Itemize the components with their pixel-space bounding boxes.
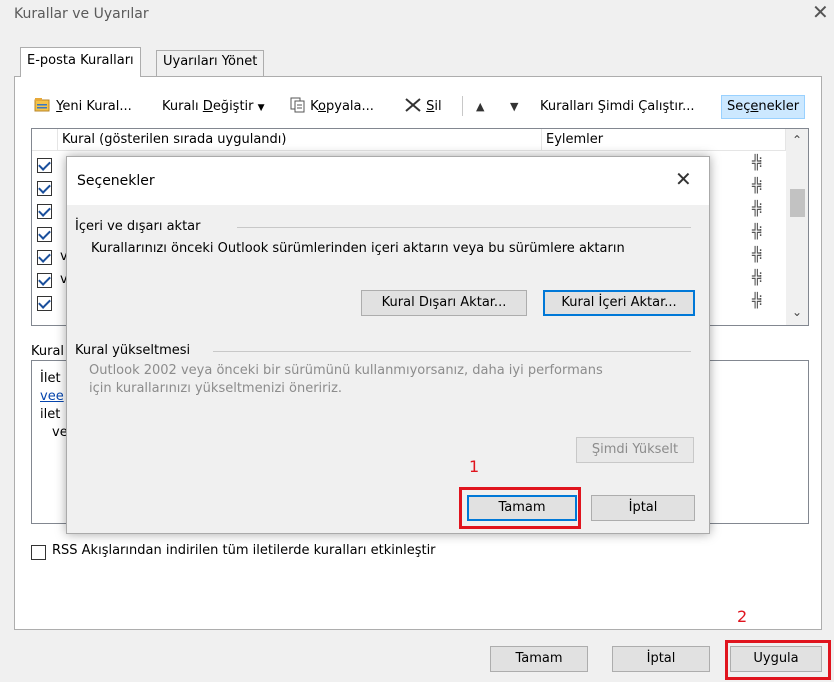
rule-action-icon: ╬⁞	[752, 247, 763, 263]
upgrade-now-button: Şimdi Yükselt	[576, 437, 694, 463]
toolbar-separator	[462, 96, 463, 116]
options-dialog: Seçenekler ✕ İçeri ve dışarı aktar Kural…	[66, 156, 710, 534]
change-rule-button[interactable]: Kuralı Değiştir ▼	[162, 96, 265, 118]
upgrade-text-line2: için kurallarınızı yükseltmenizi öneriri…	[89, 381, 343, 396]
delete-rule-button[interactable]: Sil	[404, 96, 442, 118]
import-rules-button[interactable]: Kural İçeri Aktar...	[543, 290, 695, 316]
rule-action-icon: ╬⁞	[752, 155, 763, 171]
rule-action-icon: ╬⁞	[752, 270, 763, 286]
dialog-cancel-button[interactable]: İptal	[591, 495, 695, 521]
group-divider	[213, 351, 691, 352]
column-header-check	[32, 129, 58, 151]
rule-action-icon: ╬⁞	[752, 224, 763, 240]
annotation-number-1: 1	[469, 457, 480, 476]
rule-row-checkbox[interactable]	[37, 250, 52, 265]
rss-rules-checkbox[interactable]	[31, 545, 46, 560]
rule-row-checkbox[interactable]	[37, 273, 52, 288]
rule-row-checkbox[interactable]	[37, 204, 52, 219]
desc-link[interactable]: vee	[40, 389, 64, 404]
options-button[interactable]: Seçenekler	[721, 95, 806, 119]
upgrade-text-line1: Outlook 2002 veya önceki bir sürümünü ku…	[89, 363, 603, 378]
scrollbar-thumb[interactable]	[790, 189, 805, 217]
scroll-up-arrow-icon[interactable]: ⌃	[792, 133, 802, 147]
highlight-dialog-ok	[459, 487, 581, 529]
move-down-arrow-icon[interactable]: ▼	[510, 96, 518, 118]
column-header-actions[interactable]: Eylemler	[542, 129, 786, 151]
tab-email-rules[interactable]: E-posta Kuralları	[20, 47, 141, 77]
ok-button[interactable]: Tamam	[490, 646, 588, 672]
dropdown-arrow-icon: ▼	[257, 103, 265, 113]
vertical-scrollbar[interactable]: ⌃ ⌄	[786, 129, 808, 325]
dialog-title: Seçenekler	[77, 173, 155, 189]
delete-x-icon	[405, 98, 421, 112]
scroll-down-arrow-icon[interactable]: ⌄	[792, 305, 802, 319]
tab-manage-alerts[interactable]: Uyarıları Yönet	[156, 50, 265, 76]
annotation-number-2: 2	[737, 607, 748, 626]
desc-line: ilet	[40, 407, 61, 422]
window-close-icon[interactable]: ✕	[812, 2, 829, 22]
rss-rules-label: RSS Akışlarından indirilen tüm iletilerd…	[52, 543, 436, 558]
rule-row-checkbox[interactable]	[37, 158, 52, 173]
new-rule-icon	[34, 98, 50, 112]
move-up-arrow-icon[interactable]: ▲	[476, 96, 484, 118]
group-divider	[237, 227, 691, 228]
rule-action-icon: ╬⁞	[752, 201, 763, 217]
highlight-apply	[725, 640, 831, 680]
rule-description-label: Kural	[31, 344, 65, 359]
column-header-rule[interactable]: Kural (gösterilen sırada uygulandı)	[58, 129, 542, 151]
cancel-button[interactable]: İptal	[612, 646, 710, 672]
rule-row-checkbox[interactable]	[37, 296, 52, 311]
rule-row-checkbox[interactable]	[37, 227, 52, 242]
copy-rule-button[interactable]: Kopyala...	[290, 96, 374, 118]
dialog-close-icon[interactable]: ✕	[675, 167, 692, 191]
window-title: Kurallar ve Uyarılar	[14, 6, 149, 22]
copy-icon	[290, 97, 305, 113]
rule-upgrade-group-label: Kural yükseltmesi	[75, 343, 191, 358]
desc-line: İlet	[40, 371, 61, 386]
rule-action-icon: ╬⁞	[752, 293, 763, 309]
rule-action-icon: ╬⁞	[752, 178, 763, 194]
export-rules-button[interactable]: Kural Dışarı Aktar...	[361, 290, 527, 316]
rule-row-checkbox[interactable]	[37, 181, 52, 196]
run-rules-now-button[interactable]: Kuralları Şimdi Çalıştır...	[540, 96, 695, 118]
import-export-text: Kurallarınızı önceki Outlook sürümlerind…	[91, 241, 625, 256]
import-export-group-label: İçeri ve dışarı aktar	[75, 219, 201, 234]
new-rule-button[interactable]: Yeni Kural...	[34, 96, 132, 118]
dialog-titlebar	[67, 157, 709, 205]
